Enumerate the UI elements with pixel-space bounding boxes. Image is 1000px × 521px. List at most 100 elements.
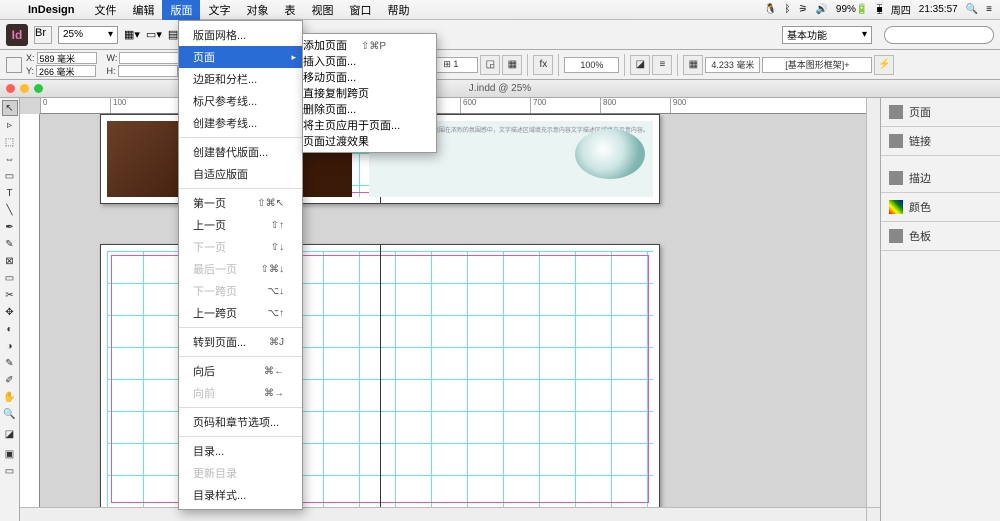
submenu-item[interactable]: 页面过渡效果 [303,133,436,149]
submenu-item[interactable]: 直接复制跨页 [303,85,436,101]
submenu-item[interactable]: 移动页面... [303,69,436,85]
zoom-window-button[interactable] [34,84,43,93]
battery-status[interactable]: 99%🔋 [836,4,868,15]
menu-layout[interactable]: 版面 [162,0,200,20]
pen-tool[interactable]: ✒ [2,219,18,235]
bridge-icon[interactable]: Br [34,26,52,44]
view-options-button[interactable]: ▦▾ [124,28,140,41]
screen-mode-tool[interactable]: ▭ [2,463,18,479]
menu-type[interactable]: 文字 [200,0,238,20]
menu-item[interactable]: 上一页⇧↑ [179,214,302,236]
close-window-button[interactable] [6,84,15,93]
menu-item[interactable]: 页码和章节选项... [179,411,302,433]
panel-stroke[interactable]: 描边 [881,164,1000,193]
menu-item[interactable]: 向后⌘← [179,360,302,382]
reference-point-icon[interactable] [6,57,22,73]
menu-item[interactable]: 创建参考线... [179,112,302,134]
opacity-input[interactable]: 100% [564,57,619,73]
penguin-icon[interactable]: 🐧 [764,4,776,15]
links-icon [889,134,903,148]
scrollbar-vertical[interactable] [866,98,880,507]
panel-swatches[interactable]: 色板 [881,222,1000,251]
drop-shadow-icon[interactable]: ◪ [630,55,650,75]
menu-item[interactable]: 版面网格... [179,24,302,46]
gradient-swatch-tool[interactable]: ◐ [2,321,18,337]
pages-submenu: 添加页面⇧⌘P插入页面...移动页面...直接复制跨页删除页面...将主页应用于… [302,33,437,153]
ruler-vertical[interactable] [20,114,40,521]
search-icon[interactable]: 🔍 [966,4,978,15]
menu-table[interactable]: 表 [276,0,303,20]
color-apply-icon[interactable]: ▣ [2,446,18,462]
placed-image-coffee[interactable] [575,129,645,179]
hand-tool[interactable]: ✋ [2,389,18,405]
frame-type-select[interactable]: [基本图形框架]+ [762,57,872,73]
w-input[interactable] [119,52,179,64]
x-input[interactable] [37,52,97,64]
menu-help[interactable]: 帮助 [379,0,417,20]
submenu-item[interactable]: 将主页应用于页面... [303,117,436,133]
minimize-window-button[interactable] [20,84,29,93]
page-tool[interactable]: ⬚ [2,134,18,150]
menu-window[interactable]: 窗口 [341,0,379,20]
type-tool[interactable]: T [2,185,18,201]
content-collector-tool[interactable]: ▭ [2,168,18,184]
workspace-select[interactable]: 基本功能▾ [782,26,872,44]
clock[interactable]: 21:35:57 [919,4,958,15]
menu-file[interactable]: 文件 [86,0,124,20]
submenu-item[interactable]: 添加页面⇧⌘P [303,37,436,53]
bluetooth-icon[interactable]: ᛒ [784,4,790,15]
menu-item[interactable]: 创建替代版面... [179,141,302,163]
note-tool[interactable]: ✎ [2,355,18,371]
direct-selection-tool[interactable]: ▹ [2,117,18,133]
menu-item[interactable]: 上一跨页⌥↑ [179,302,302,324]
menu-object[interactable]: 对象 [238,0,276,20]
app-name[interactable]: InDesign [28,4,74,16]
menu-item[interactable]: 自适应版面 [179,163,302,185]
effects-icon[interactable]: fx [533,55,553,75]
scrollbar-horizontal[interactable] [20,507,866,521]
selection-tool[interactable]: ↖ [2,100,18,116]
wifi-icon[interactable]: ⚞ [798,4,807,15]
scissors-tool[interactable]: ✂ [2,287,18,303]
eyedropper-tool[interactable]: ✐ [2,372,18,388]
volume-icon[interactable]: 🔊 [815,4,827,15]
grid-size-input[interactable]: 4.233 毫米 [705,57,760,73]
panel-pages[interactable]: 页面 [881,98,1000,127]
menu-item[interactable]: 目录... [179,440,302,462]
search-input[interactable] [884,26,994,44]
menu-item[interactable]: 目录样式... [179,484,302,506]
gap-tool[interactable]: ⇔ [2,151,18,167]
zoom-tool[interactable]: 🔍 [2,406,18,422]
rectangle-tool[interactable]: ▭ [2,270,18,286]
panel-links[interactable]: 链接 [881,127,1000,156]
submenu-item[interactable]: 插入页面... [303,53,436,69]
free-transform-tool[interactable]: ✥ [2,304,18,320]
spotlight-icon[interactable]: ⧯ [876,4,882,15]
menu-item[interactable]: 第一页⇧⌘↖ [179,192,302,214]
quick-apply-icon[interactable]: ⚡ [874,55,894,75]
corner-options-icon[interactable]: ◲ [480,55,500,75]
fill-stroke-toggle[interactable]: ◪ [2,423,18,445]
rectangle-frame-tool[interactable]: ⊠ [2,253,18,269]
menu-item[interactable]: 页面 [179,46,302,68]
text-wrap-icon[interactable]: ▦ [502,55,522,75]
align-icon[interactable]: ≡ [652,55,672,75]
pencil-tool[interactable]: ✎ [2,236,18,252]
menu-item[interactable]: 标尺参考线... [179,90,302,112]
y-input[interactable] [36,65,96,77]
screen-mode-button[interactable]: ▭▾ [146,28,162,41]
gradient-feather-tool[interactable]: ◑ [2,338,18,354]
canvas[interactable]: 广阔的风景长卷将用户包围在浓烈的氛围感中，文字描述区域填充示意内容文字描述区域填… [40,114,880,521]
line-tool[interactable]: ╲ [2,202,18,218]
menu-item[interactable]: 边距和分栏... [179,68,302,90]
panel-color[interactable]: 颜色 [881,193,1000,222]
ruler-horizontal[interactable]: 0100200300400500600700800900 [40,98,880,114]
notifications-icon[interactable]: ≡ [986,4,992,15]
menu-edit[interactable]: 编辑 [124,0,162,20]
h-input[interactable] [118,65,178,77]
menu-view[interactable]: 视图 [303,0,341,20]
submenu-item[interactable]: 删除页面... [303,101,436,117]
zoom-select[interactable]: 25%▾ [58,26,118,44]
frame-grid-icon[interactable]: ▦ [683,55,703,75]
menu-item[interactable]: 转到页面...⌘J [179,331,302,353]
